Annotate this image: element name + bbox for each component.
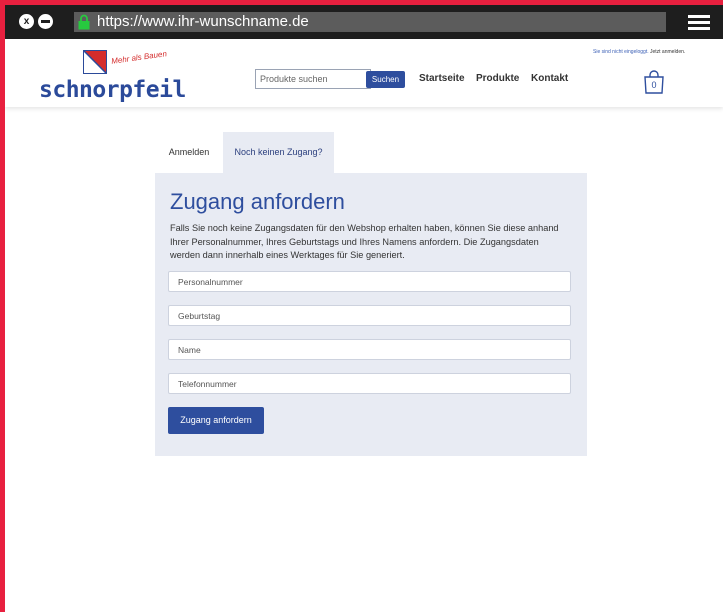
search-button[interactable]: Suchen (366, 71, 405, 88)
logo-wordmark: schnorpfeil (39, 77, 186, 103)
close-icon[interactable]: x (19, 14, 34, 29)
logo-flag-icon (83, 50, 107, 74)
tab-login[interactable]: Anmelden (155, 132, 223, 173)
nav-startseite[interactable]: Startseite (419, 73, 465, 84)
nav-produkte[interactable]: Produkte (476, 73, 519, 84)
cart-count: 0 (651, 80, 657, 90)
browser-bar: x https://www.ihr-wunschname.de (5, 5, 723, 39)
request-access-panel: Zugang anfordern Falls Sie noch keine Zu… (155, 173, 587, 456)
nav-kontakt[interactable]: Kontakt (531, 73, 568, 84)
form-title: Zugang anfordern (170, 189, 345, 214)
birthday-field[interactable]: Geburtstag (168, 305, 571, 326)
search-input[interactable] (255, 69, 371, 89)
lock-icon (78, 14, 90, 30)
login-status: Sie sind nicht eingeloggt. Jetzt anmelde… (593, 49, 685, 55)
url-text: https://www.ihr-wunschname.de (97, 13, 309, 30)
personalnummer-field[interactable]: Personalnummer (168, 271, 571, 292)
tab-register[interactable]: Noch keinen Zugang? (223, 132, 334, 173)
logo-tagline: Mehr als Bauen (110, 49, 168, 66)
address-bar[interactable]: https://www.ihr-wunschname.de (74, 12, 666, 32)
logo[interactable]: Mehr als Bauen schnorpfeil (39, 47, 186, 103)
minimize-icon[interactable] (38, 14, 53, 29)
login-link[interactable]: Jetzt anmelden. (650, 49, 685, 55)
phone-field[interactable]: Telefonnummer (168, 373, 571, 394)
form-description: Falls Sie noch keine Zugangsdaten für de… (170, 223, 559, 260)
request-access-button[interactable]: Zugang anfordern (168, 407, 264, 434)
login-status-text: Sie sind nicht eingeloggt. (593, 49, 649, 55)
app-frame: x https://www.ihr-wunschname.de Mehr als… (5, 5, 723, 612)
site-header: Mehr als Bauen schnorpfeil Suchen Starts… (5, 39, 723, 107)
menu-icon[interactable] (688, 15, 710, 30)
name-field[interactable]: Name (168, 339, 571, 360)
